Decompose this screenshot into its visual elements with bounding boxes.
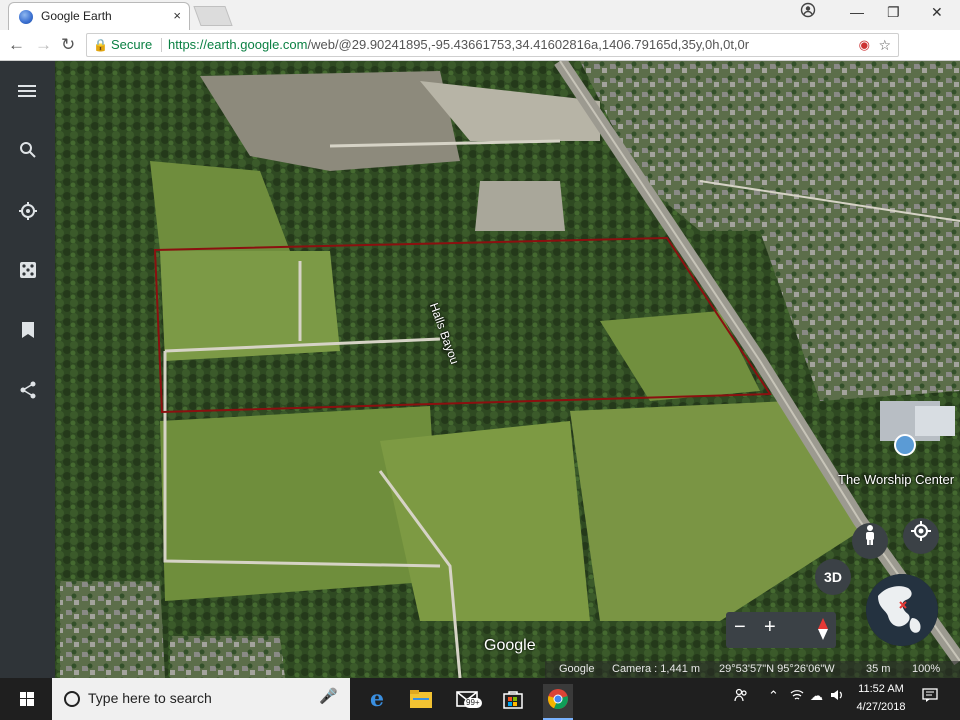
zoom-out-button[interactable]: − [734, 616, 746, 639]
share-icon[interactable] [16, 381, 40, 405]
mail-icon[interactable]: 99+ [452, 684, 482, 714]
ground-elevation: 35 m [866, 663, 891, 675]
load-progress: 100% [912, 663, 941, 675]
feeling-lucky-icon[interactable] [16, 261, 40, 285]
reload-button[interactable]: ↻ [61, 35, 75, 55]
cursor-coordinates: 29°53'57"N 95°26'06"W [719, 663, 835, 675]
my-location-icon[interactable] [903, 518, 939, 554]
store-icon[interactable] [498, 684, 528, 714]
clock-time: 11:52 AM [858, 683, 904, 695]
menu-icon[interactable] [16, 81, 40, 105]
network-icon[interactable] [790, 688, 804, 705]
compass-icon[interactable] [818, 618, 828, 646]
url-host: https://earth.google.com [168, 37, 308, 52]
google-earth-favicon-icon [19, 10, 33, 24]
maximize-button[interactable]: ❐ [887, 4, 900, 21]
chrome-taskbar-icon[interactable] [543, 684, 573, 720]
location-blocked-icon[interactable]: ◉ [859, 34, 870, 56]
minimize-button[interactable]: — [850, 4, 864, 20]
taskbar-search-box[interactable]: Type here to search 🎤 [52, 678, 350, 720]
browser-tab-strip: Google Earth × — ❐ ✕ [0, 0, 960, 30]
chevron-up-icon[interactable]: ⌃ [768, 688, 779, 704]
back-button[interactable]: ← [8, 35, 25, 55]
search-icon[interactable] [16, 141, 40, 165]
imagery-attribution: Google [559, 663, 595, 675]
url-path: /web/@29.90241895,-95.43661753,34.416028… [307, 37, 750, 52]
tab-title: Google Earth [41, 9, 112, 23]
satellite-imagery[interactable] [0, 61, 960, 678]
url-text[interactable]: https://earth.google.com/web/@29.9024189… [168, 34, 749, 56]
zoom-controls: − + [726, 612, 836, 648]
bookmark-star-icon[interactable]: ☆ [878, 34, 891, 56]
cortana-icon [64, 691, 80, 707]
action-center-icon[interactable] [922, 688, 938, 705]
tab-google-earth[interactable]: Google Earth × [8, 2, 190, 30]
mail-badge: 99+ [464, 698, 482, 708]
close-window-button[interactable]: ✕ [931, 4, 943, 21]
search-placeholder: Type here to search [88, 690, 212, 706]
onedrive-cloud-icon[interactable]: ☁ [810, 688, 823, 704]
pegman-street-view-icon[interactable] [852, 523, 888, 559]
profile-icon[interactable] [800, 2, 816, 21]
zoom-in-button[interactable]: + [764, 616, 776, 639]
google-watermark: Google [484, 637, 536, 654]
clock-date: 4/27/2018 [856, 701, 906, 713]
earth-viewport[interactable]: Halls Bayou The Worship Center 3D − + Go… [0, 61, 960, 678]
browser-toolbar: ← → ↻ 🔒 Secure https://earth.google.com/… [0, 30, 960, 82]
windows-taskbar: Type here to search 🎤 e 99+ ⌃ ☁ 11:52 AM… [0, 678, 960, 720]
3d-toggle-button[interactable]: 3D [815, 559, 851, 595]
projects-icon[interactable] [16, 321, 40, 345]
file-explorer-icon[interactable] [406, 684, 436, 714]
lock-icon: 🔒 [93, 38, 108, 52]
windows-logo-icon [20, 692, 34, 706]
camera-altitude: Camera : 1,441 m [612, 663, 701, 675]
address-bar[interactable]: 🔒 Secure https://earth.google.com/web/@2… [86, 33, 899, 57]
earth-sidebar [0, 61, 55, 678]
start-button[interactable] [0, 678, 52, 720]
people-icon[interactable] [734, 688, 748, 705]
map-label-worship-center[interactable]: The Worship Center [838, 472, 954, 487]
edge-browser-icon[interactable]: e [362, 684, 392, 714]
volume-icon[interactable] [830, 688, 844, 705]
microphone-icon[interactable]: 🎤 [319, 687, 338, 705]
omnibox-divider [161, 38, 162, 52]
globe-overview-icon[interactable] [866, 574, 938, 646]
taskbar-clock[interactable]: 11:52 AM 4/27/2018 [846, 680, 916, 716]
secure-label: Secure [111, 37, 153, 52]
new-tab-button[interactable] [193, 6, 233, 26]
voyager-icon[interactable] [16, 201, 40, 225]
earth-status-bar: Google Camera : 1,441 m 29°53'57"N 95°26… [545, 661, 960, 678]
tab-close-icon[interactable]: × [173, 8, 181, 23]
forward-button[interactable]: → [35, 35, 52, 55]
